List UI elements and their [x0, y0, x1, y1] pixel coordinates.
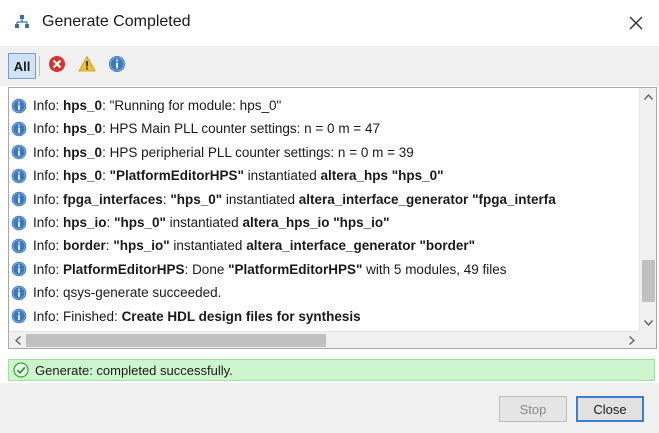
info-icon — [11, 215, 27, 231]
log-prefix: Info: — [33, 285, 64, 301]
log-row[interactable]: Info: qsys-generate succeeded. — [11, 281, 639, 304]
scroll-left-icon[interactable] — [9, 332, 26, 348]
message-log[interactable]: Info: hps_0: "Running for module: hps_0"… — [8, 87, 657, 349]
log-emphasis: Create HDL design files for synthesis — [121, 308, 361, 324]
log-row[interactable]: Info: fpga_interfaces: "hps_0" instantia… — [11, 188, 639, 211]
horizontal-scroll-thumb[interactable] — [26, 334, 326, 347]
close-button[interactable]: Close — [576, 396, 644, 422]
log-module: hps_0 — [63, 98, 103, 113]
close-window-icon[interactable] — [621, 8, 651, 38]
horizontal-scrollbar[interactable] — [9, 331, 640, 348]
log-text: instantiated — [243, 168, 321, 184]
vertical-scroll-thumb[interactable] — [642, 260, 655, 302]
log-row[interactable]: Info: border: "hps_io" instantiated alte… — [11, 234, 639, 257]
log-entity: "hps_0" — [114, 215, 166, 230]
log-separator: : — [184, 261, 193, 277]
log-row[interactable]: Info: Finished: Create HDL design files … — [11, 305, 639, 328]
log-module: hps_0 — [63, 144, 103, 160]
vertical-scrollbar[interactable] — [639, 88, 656, 331]
log-separator: : — [105, 238, 114, 254]
status-bar: Generate: completed successfully. — [8, 359, 655, 381]
log-component: altera_interface_generator "fpga_interfa — [298, 191, 556, 207]
log-text-tail: with 5 modules, 49 files — [362, 261, 507, 277]
log-prefix: Info: — [33, 98, 64, 113]
info-icon — [11, 285, 27, 301]
status-message: Generate: completed successfully. — [35, 362, 233, 378]
info-icon — [11, 261, 27, 277]
log-row[interactable]: Info: hps_0: "PlatformEditorHPS" instant… — [11, 164, 639, 187]
filter-toolbar: All — [0, 46, 659, 86]
log-row[interactable]: Info: hps_0: HPS Main PLL counter settin… — [11, 117, 639, 140]
log-separator: : — [162, 191, 171, 207]
log-prefix: Info: — [33, 121, 64, 137]
log-separator: : — [102, 168, 110, 184]
title-bar: Generate Completed — [0, 0, 659, 45]
log-prefix: Info: — [33, 144, 64, 160]
log-module: hps_0 — [63, 121, 103, 137]
log-text: instantiated — [165, 215, 243, 230]
log-prefix: Info: — [33, 261, 64, 277]
scroll-down-icon[interactable] — [640, 314, 656, 331]
log-component: altera_hps "hps_0" — [320, 168, 444, 184]
log-module: PlatformEditorHPS — [63, 261, 185, 277]
scroll-right-icon[interactable] — [623, 332, 640, 348]
scroll-up-icon[interactable] — [640, 88, 656, 105]
hierarchy-icon — [14, 14, 30, 30]
info-icon — [11, 308, 27, 324]
log-entity: "hps_0" — [170, 191, 223, 207]
info-icon — [11, 168, 27, 184]
stop-button[interactable]: Stop — [499, 396, 567, 422]
log-text: Done — [192, 261, 229, 277]
log-row[interactable]: Info: hps_io: "hps_0" instantiated alter… — [11, 211, 639, 234]
log-entity: "PlatformEditorHPS" — [228, 261, 363, 277]
log-entity: "PlatformEditorHPS" — [109, 168, 244, 184]
log-prefix: Info: — [33, 215, 64, 230]
filter-errors-button[interactable] — [44, 53, 70, 79]
log-prefix: Info: — [33, 238, 64, 254]
info-icon — [11, 144, 27, 160]
log-text: instantiated — [169, 238, 247, 254]
info-icon — [11, 191, 27, 207]
log-component: altera_interface_generator "border" — [246, 238, 476, 254]
log-text: instantiated — [222, 191, 299, 207]
log-text: : "Running for module: hps_0" — [102, 98, 282, 113]
log-prefix: Info: — [33, 191, 64, 207]
log-component: altera_hps_io "hps_io" — [242, 215, 390, 230]
log-text: : HPS Main PLL counter settings: n = 0 m… — [102, 121, 380, 137]
info-icon — [11, 98, 27, 114]
log-module: hps_io — [63, 215, 107, 230]
log-prefix: Info: — [33, 308, 64, 324]
log-module: hps_0 — [63, 168, 103, 184]
log-entity: "hps_io" — [113, 238, 170, 254]
log-separator: : — [106, 215, 115, 230]
log-row[interactable]: Info: PlatformEditorHPS: Done "PlatformE… — [11, 258, 639, 281]
log-row[interactable]: Info: hps_0: "Running for module: hps_0" — [11, 94, 639, 117]
warning-icon — [78, 55, 96, 78]
toolbar-divider — [39, 56, 40, 76]
filter-warnings-button[interactable] — [74, 53, 100, 79]
log-row[interactable]: Info: hps_0: HPS peripherial PLL counter… — [11, 141, 639, 164]
window-title: Generate Completed — [42, 13, 191, 30]
log-module: border — [63, 238, 106, 254]
filter-info-button[interactable] — [104, 53, 130, 79]
log-text: qsys-generate succeeded. — [63, 285, 222, 301]
log-text: : HPS peripherial PLL counter settings: … — [102, 144, 414, 160]
log-module: fpga_interfaces — [63, 191, 163, 207]
info-icon — [11, 121, 27, 137]
info-icon — [108, 55, 126, 78]
message-list: Info: hps_0: "Running for module: hps_0"… — [11, 88, 639, 330]
info-icon — [11, 238, 27, 254]
dialog-footer: Stop Close — [0, 383, 659, 433]
filter-all-button[interactable]: All — [8, 53, 36, 79]
log-prefix: Info: — [33, 168, 64, 184]
log-text: Finished: — [63, 308, 122, 324]
error-icon — [48, 55, 66, 78]
success-check-icon — [13, 362, 29, 378]
scrollbar-corner — [639, 331, 656, 348]
